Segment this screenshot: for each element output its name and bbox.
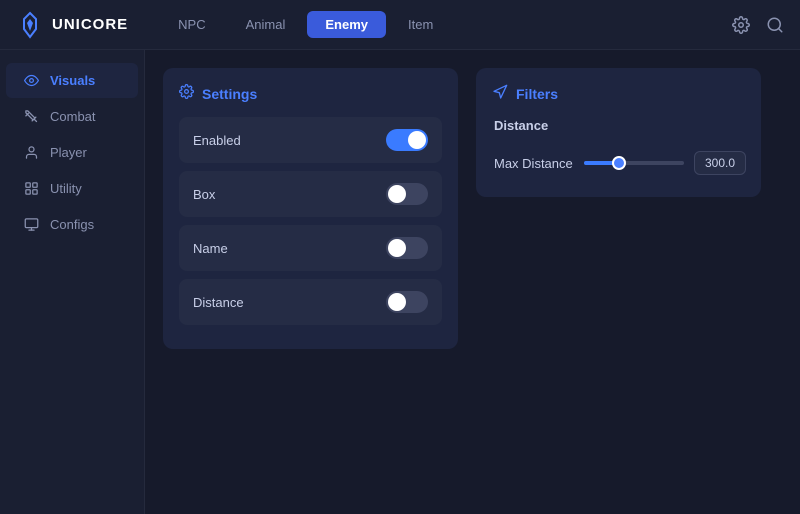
filter-section-distance-title: Distance — [492, 118, 745, 133]
setting-row-distance: Distance — [179, 279, 442, 325]
sidebar-label-utility: Utility — [50, 181, 82, 196]
logo-icon — [16, 11, 44, 39]
sidebar-label-combat: Combat — [50, 109, 96, 124]
setting-row-enabled: Enabled — [179, 117, 442, 163]
slider-container-max-distance: 300.0 — [584, 151, 746, 175]
player-icon — [22, 145, 40, 160]
setting-row-box: Box — [179, 171, 442, 217]
slider-track-max-distance[interactable] — [584, 161, 684, 165]
toggle-knob-enabled — [408, 131, 426, 149]
toggle-knob-box — [388, 185, 406, 203]
toggle-enabled[interactable] — [386, 129, 428, 151]
nav-icons — [732, 16, 784, 34]
slider-thumb-max-distance[interactable] — [612, 156, 626, 170]
setting-row-name: Name — [179, 225, 442, 271]
search-icon-btn[interactable] — [766, 16, 784, 34]
toggle-name[interactable] — [386, 237, 428, 259]
eye-icon — [22, 73, 40, 88]
sidebar-item-visuals[interactable]: Visuals — [6, 63, 138, 98]
utility-icon — [22, 181, 40, 196]
sidebar-label-visuals: Visuals — [50, 73, 95, 88]
tab-item[interactable]: Item — [390, 11, 451, 38]
settings-panel-title: Settings — [202, 86, 257, 102]
tab-npc[interactable]: NPC — [160, 11, 223, 38]
main-layout: Visuals Combat Player — [0, 50, 800, 514]
setting-label-box: Box — [193, 187, 215, 202]
toggle-knob-name — [388, 239, 406, 257]
toggle-box[interactable] — [386, 183, 428, 205]
settings-panel: Settings Enabled Box Name — [163, 68, 458, 349]
configs-icon — [22, 217, 40, 232]
content-area: Settings Enabled Box Name — [145, 50, 800, 514]
toggle-distance[interactable] — [386, 291, 428, 313]
sidebar: Visuals Combat Player — [0, 50, 145, 514]
nav-tabs: NPC Animal Enemy Item — [160, 11, 732, 38]
tab-animal[interactable]: Animal — [228, 11, 304, 38]
settings-icon-btn[interactable] — [732, 16, 750, 34]
sidebar-item-combat[interactable]: Combat — [6, 99, 138, 134]
filters-panel: Filters Distance Max Distance 300.0 — [476, 68, 761, 197]
filter-label-max-distance: Max Distance — [494, 156, 584, 171]
tab-enemy[interactable]: Enemy — [307, 11, 386, 38]
sidebar-item-player[interactable]: Player — [6, 135, 138, 170]
slider-value-max-distance: 300.0 — [694, 151, 746, 175]
sidebar-label-configs: Configs — [50, 217, 94, 232]
sidebar-item-utility[interactable]: Utility — [6, 171, 138, 206]
filters-panel-title: Filters — [516, 86, 558, 102]
sidebar-label-player: Player — [50, 145, 87, 160]
logo-area: UNICORE — [16, 11, 128, 39]
filters-panel-header: Filters — [492, 84, 745, 104]
setting-label-name: Name — [193, 241, 228, 256]
settings-panel-icon — [179, 84, 194, 103]
setting-label-distance: Distance — [193, 295, 244, 310]
toggle-knob-distance — [388, 293, 406, 311]
filters-panel-icon — [492, 84, 508, 104]
filter-row-max-distance: Max Distance 300.0 — [492, 145, 745, 181]
logo-text: UNICORE — [52, 16, 128, 33]
sidebar-item-configs[interactable]: Configs — [6, 207, 138, 242]
combat-icon — [22, 109, 40, 124]
settings-panel-header: Settings — [179, 84, 442, 103]
topnav: UNICORE NPC Animal Enemy Item — [0, 0, 800, 50]
setting-label-enabled: Enabled — [193, 133, 241, 148]
